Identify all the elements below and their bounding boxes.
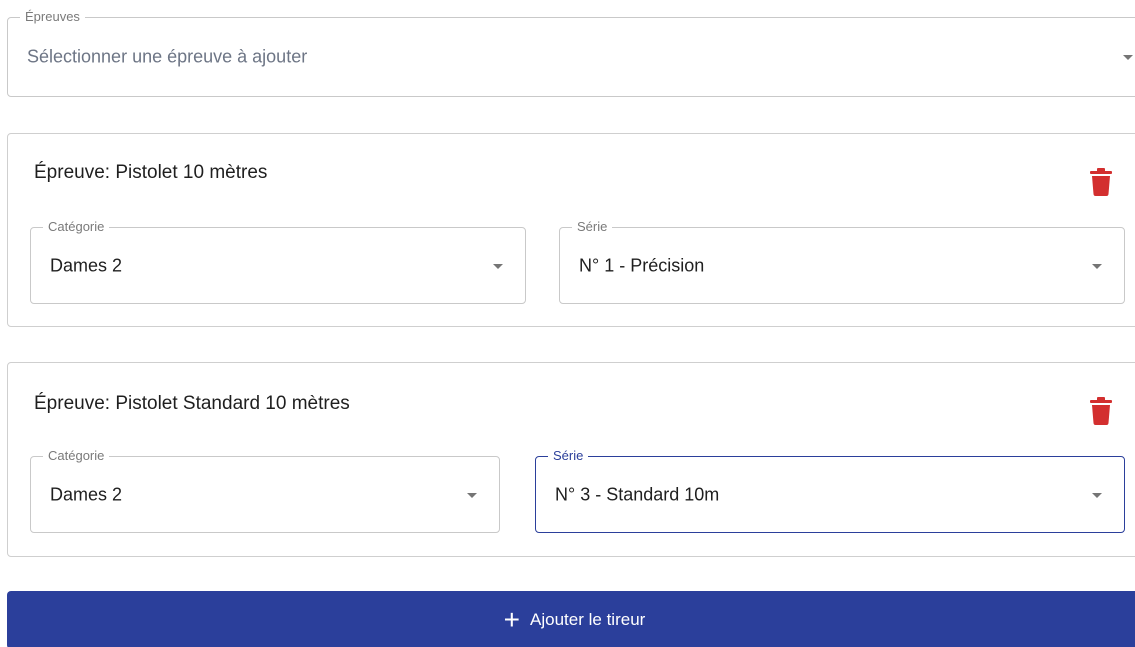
epreuves-select-label: Épreuves bbox=[20, 9, 85, 25]
epreuve-card-pistolet-standard-10m: Épreuve: Pistolet Standard 10 mètres Cat… bbox=[7, 362, 1135, 557]
categorie-select-label: Catégorie bbox=[43, 448, 110, 464]
chevron-down-icon bbox=[467, 492, 477, 498]
serie-select[interactable]: Série N° 3 - Standard 10m bbox=[535, 448, 1125, 533]
chevron-down-icon bbox=[1123, 55, 1133, 60]
chevron-down-icon bbox=[1092, 492, 1102, 498]
epreuves-select[interactable]: Épreuves Sélectionner une épreuve à ajou… bbox=[7, 9, 1135, 97]
categorie-select[interactable]: Catégorie Dames 2 bbox=[30, 448, 500, 533]
epreuve-card-title: Épreuve: Pistolet Standard 10 mètres bbox=[34, 393, 350, 414]
serie-select-value: N° 1 - Précision bbox=[579, 255, 705, 275]
serie-select-label: Série bbox=[572, 219, 613, 235]
add-shooter-button[interactable]: + Ajouter le tireur bbox=[7, 591, 1135, 647]
chevron-down-icon bbox=[1092, 263, 1102, 269]
serie-select-label: Série bbox=[548, 448, 589, 464]
add-shooter-button-label: Ajouter le tireur bbox=[530, 610, 646, 629]
epreuve-card-pistolet-10m: Épreuve: Pistolet 10 mètres Catégorie Da… bbox=[7, 133, 1135, 327]
serie-select[interactable]: Série N° 1 - Précision bbox=[559, 219, 1125, 304]
categorie-select-value: Dames 2 bbox=[50, 484, 123, 504]
page: Épreuves Sélectionner une épreuve à ajou… bbox=[0, 0, 1135, 647]
plus-icon: + bbox=[503, 604, 521, 635]
chevron-down-icon bbox=[493, 263, 503, 269]
trash-icon[interactable] bbox=[1090, 168, 1112, 196]
trash-icon[interactable] bbox=[1090, 397, 1112, 425]
epreuves-select-placeholder: Sélectionner une épreuve à ajouter bbox=[27, 46, 308, 67]
categorie-select[interactable]: Catégorie Dames 2 bbox=[30, 219, 526, 304]
serie-select-value: N° 3 - Standard 10m bbox=[555, 484, 720, 504]
epreuve-card-title: Épreuve: Pistolet 10 mètres bbox=[34, 162, 268, 183]
categorie-select-label: Catégorie bbox=[43, 219, 110, 235]
categorie-select-value: Dames 2 bbox=[50, 255, 123, 275]
